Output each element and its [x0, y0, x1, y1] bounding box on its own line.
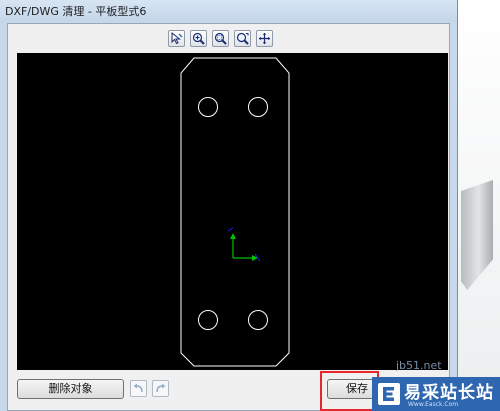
- redo-icon: [156, 383, 166, 393]
- undo-icon: [133, 383, 143, 393]
- zoom-fit-button[interactable]: [234, 30, 251, 47]
- logo-mark-icon: [378, 383, 400, 405]
- view-toolbar: [168, 30, 273, 50]
- save-button-highlight: [320, 371, 379, 411]
- plate-drawing: [180, 57, 290, 367]
- bolt-hole-top-right: [248, 97, 268, 117]
- watermark-logo-text: 易采站长站: [404, 383, 494, 403]
- select-cursor-icon: [171, 32, 183, 45]
- watermark-logo-subtext: Www.Easck.Com: [408, 401, 459, 408]
- undo-button[interactable]: [130, 380, 147, 397]
- watermark-site-text: jb51.net: [396, 359, 442, 372]
- drawing-preview-canvas[interactable]: [17, 53, 448, 370]
- bolt-hole-bottom-left: [198, 310, 218, 330]
- bolt-hole-bottom-right: [248, 310, 268, 330]
- zoom-in-icon: [192, 32, 205, 45]
- window-title: DXF/DWG 清理 - 平板型式6: [5, 5, 147, 18]
- pan-button[interactable]: [256, 30, 273, 47]
- zoom-fit-icon: [236, 32, 249, 45]
- zoom-area-icon: [214, 32, 227, 45]
- pan-icon: [258, 32, 271, 45]
- title-bar: DXF/DWG 清理 - 平板型式6: [0, 0, 457, 22]
- zoom-area-button[interactable]: [212, 30, 229, 47]
- origin-axis-icon: [227, 227, 261, 262]
- zoom-in-button[interactable]: [190, 30, 207, 47]
- plate-outline: [180, 57, 290, 367]
- delete-object-button[interactable]: 删除对象: [17, 379, 124, 399]
- select-tool-button[interactable]: [168, 30, 185, 47]
- redo-button[interactable]: [152, 380, 169, 397]
- bolt-hole-top-left: [198, 97, 218, 117]
